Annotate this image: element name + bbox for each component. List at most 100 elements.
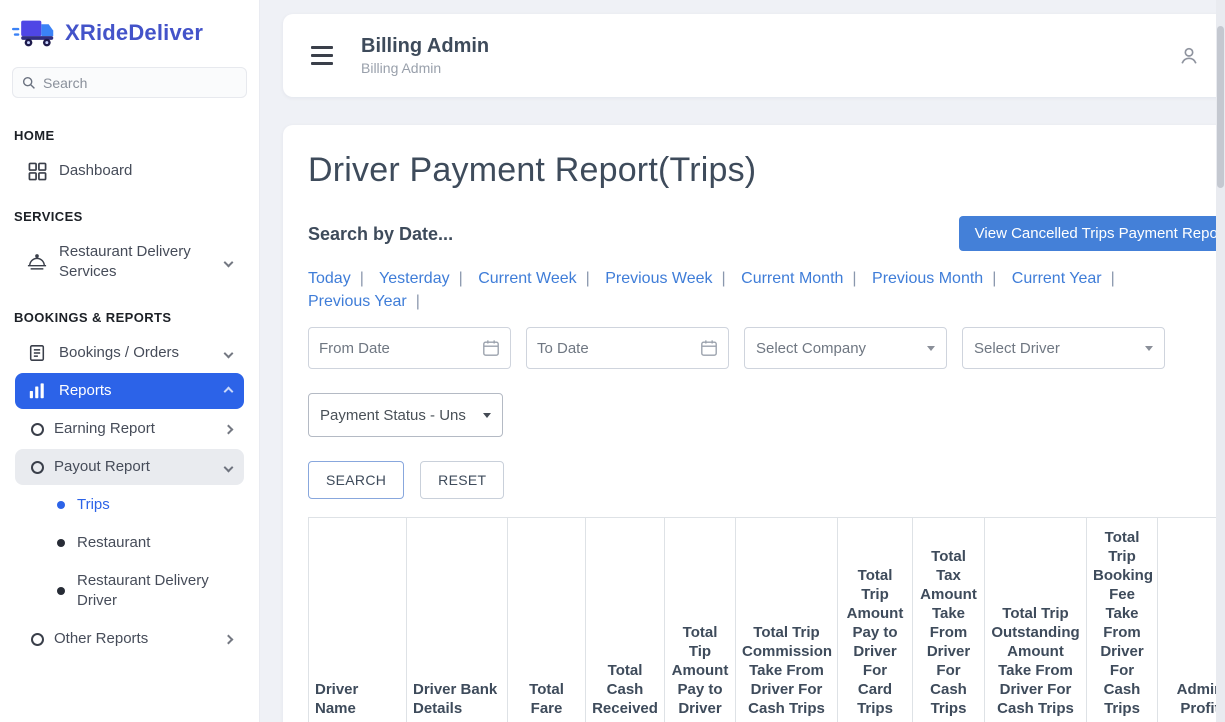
- circle-icon: [30, 423, 44, 436]
- user-icon[interactable]: [1178, 45, 1200, 67]
- chevron-down-icon: [224, 462, 234, 472]
- sidebar-item-restaurant[interactable]: Restaurant: [15, 525, 244, 561]
- column-header-driver-name: Driver Name: [309, 518, 407, 722]
- truck-logo-icon: [12, 16, 56, 49]
- column-header-total-outstanding: Total Trip Outstanding Amount Take From …: [985, 518, 1087, 722]
- to-date-field[interactable]: [526, 327, 729, 369]
- search-button[interactable]: SEARCH: [308, 461, 404, 499]
- column-header-total-tip: Total Tip Amount Pay to Driver: [665, 518, 736, 722]
- circle-icon: [30, 633, 44, 646]
- payment-status-select[interactable]: Payment Status - Uns: [308, 393, 503, 437]
- chevron-down-icon: [224, 257, 234, 267]
- sidebar-item-label: Payout Report: [54, 457, 215, 477]
- column-header-driver-bank-details: Driver Bank Details: [407, 518, 508, 722]
- report-card: Driver Payment Report(Trips) Search by D…: [283, 125, 1225, 722]
- sidebar-item-label: Trips: [77, 495, 232, 515]
- separator: |: [852, 270, 856, 287]
- date-link-yesterday[interactable]: Yesterday: [379, 270, 450, 287]
- sidebar-item-label: Restaurant Delivery Services: [59, 242, 213, 282]
- date-link-current-month[interactable]: Current Month: [741, 270, 843, 287]
- chevron-right-icon: [224, 634, 234, 644]
- brand[interactable]: XRideDeliver: [0, 0, 259, 61]
- sidebar: XRideDeliver HOME Dashboard SERVICES: [0, 0, 260, 722]
- separator: |: [1111, 270, 1115, 287]
- sidebar-item-trips[interactable]: Trips: [15, 487, 244, 523]
- clipboard-icon: [27, 344, 47, 362]
- company-select[interactable]: Select Company: [744, 327, 947, 369]
- chevron-up-icon: [224, 386, 234, 396]
- chevron-right-icon: [224, 424, 234, 434]
- to-date-input[interactable]: [537, 340, 700, 357]
- vertical-scrollbar-thumb[interactable]: [1217, 26, 1224, 188]
- chevron-down-icon: [224, 348, 234, 358]
- sidebar-item-label: Reports: [59, 381, 213, 401]
- date-link-previous-year[interactable]: Previous Year: [308, 293, 407, 310]
- brand-name: XRideDeliver: [65, 20, 203, 46]
- section-bookings-reports: BOOKINGS & REPORTS: [0, 292, 259, 333]
- bar-chart-icon: [27, 382, 47, 400]
- column-header-total-trip-commission: Total Trip Commission Take From Driver F…: [736, 518, 838, 722]
- separator: |: [459, 270, 463, 287]
- sidebar-item-label: Restaurant Delivery Driver: [77, 571, 232, 611]
- main-area: Billing Admin Billing Admin Driver Payme…: [260, 0, 1225, 722]
- column-header-total-tax-amount: Total Tax Amount Take From Driver For Ca…: [913, 518, 985, 722]
- column-header-total-fare: Total Fare: [508, 518, 586, 722]
- payment-status-value: Payment Status - Uns: [320, 407, 466, 424]
- calendar-icon: [700, 339, 718, 357]
- search-input[interactable]: [43, 75, 237, 91]
- caret-down-icon: [1145, 346, 1153, 351]
- sidebar-item-label: Restaurant: [77, 533, 232, 553]
- caret-down-icon: [927, 346, 935, 351]
- table-header-row: Driver Name Driver Bank Details Total Fa…: [309, 518, 1225, 722]
- driver-select[interactable]: Select Driver: [962, 327, 1165, 369]
- sidebar-item-other-reports[interactable]: Other Reports: [15, 621, 244, 657]
- dashboard-grid-icon: [27, 162, 47, 181]
- caret-down-icon: [483, 413, 491, 418]
- page-title: Driver Payment Report(Trips): [308, 151, 1225, 190]
- bullet-dot-icon: [57, 501, 65, 509]
- sidebar-item-restaurant-delivery-services[interactable]: Restaurant Delivery Services: [15, 234, 244, 290]
- search-icon: [22, 76, 36, 90]
- top-header-bar: Billing Admin Billing Admin: [283, 14, 1225, 97]
- sidebar-item-label: Bookings / Orders: [59, 343, 213, 363]
- sidebar-item-earning-report[interactable]: Earning Report: [15, 411, 244, 447]
- sidebar-item-label: Other Reports: [54, 629, 215, 649]
- separator: |: [992, 270, 996, 287]
- from-date-input[interactable]: [319, 340, 482, 357]
- column-header-total-cash-received: Total Cash Received: [586, 518, 665, 722]
- sidebar-item-dashboard[interactable]: Dashboard: [15, 153, 244, 189]
- bullet-dot-icon: [57, 587, 65, 595]
- column-header-total-booking-fee: Total Trip Booking Fee Take From Driver …: [1087, 518, 1158, 722]
- bullet-dot-icon: [57, 539, 65, 547]
- sidebar-item-bookings-orders[interactable]: Bookings / Orders: [15, 335, 244, 371]
- sidebar-item-reports[interactable]: Reports: [15, 373, 244, 409]
- circle-icon: [30, 461, 44, 474]
- from-date-field[interactable]: [308, 327, 511, 369]
- date-link-previous-week[interactable]: Previous Week: [605, 270, 712, 287]
- column-header-admin-profit: Admin Profit: [1158, 518, 1225, 722]
- separator: |: [416, 293, 420, 310]
- vertical-scrollbar-track[interactable]: [1216, 0, 1225, 722]
- date-quick-links: Today | Yesterday | Current Week | Previous…: [308, 267, 1170, 313]
- view-cancelled-trips-button[interactable]: View Cancelled Trips Payment Report: [959, 216, 1225, 251]
- sidebar-search[interactable]: [12, 67, 247, 98]
- search-by-date-label: Search by Date...: [308, 216, 453, 245]
- reset-button[interactable]: RESET: [420, 461, 504, 499]
- payment-report-table: Driver Name Driver Bank Details Total Fa…: [308, 517, 1225, 722]
- section-home: HOME: [0, 110, 259, 151]
- header-subtitle: Billing Admin: [361, 59, 489, 78]
- menu-icon[interactable]: [311, 42, 333, 69]
- date-link-current-week[interactable]: Current Week: [478, 270, 576, 287]
- header-title: Billing Admin: [361, 34, 489, 59]
- driver-select-value: Select Driver: [974, 340, 1060, 357]
- calendar-icon: [482, 339, 500, 357]
- sidebar-item-label: Dashboard: [59, 161, 232, 181]
- header-title-block: Billing Admin Billing Admin: [361, 34, 489, 78]
- sidebar-item-payout-report[interactable]: Payout Report: [15, 449, 244, 485]
- date-link-current-year[interactable]: Current Year: [1012, 270, 1102, 287]
- date-link-today[interactable]: Today: [308, 270, 351, 287]
- date-link-previous-month[interactable]: Previous Month: [872, 270, 983, 287]
- company-select-value: Select Company: [756, 340, 866, 357]
- section-services: SERVICES: [0, 191, 259, 232]
- sidebar-item-restaurant-delivery-driver[interactable]: Restaurant Delivery Driver: [15, 563, 244, 619]
